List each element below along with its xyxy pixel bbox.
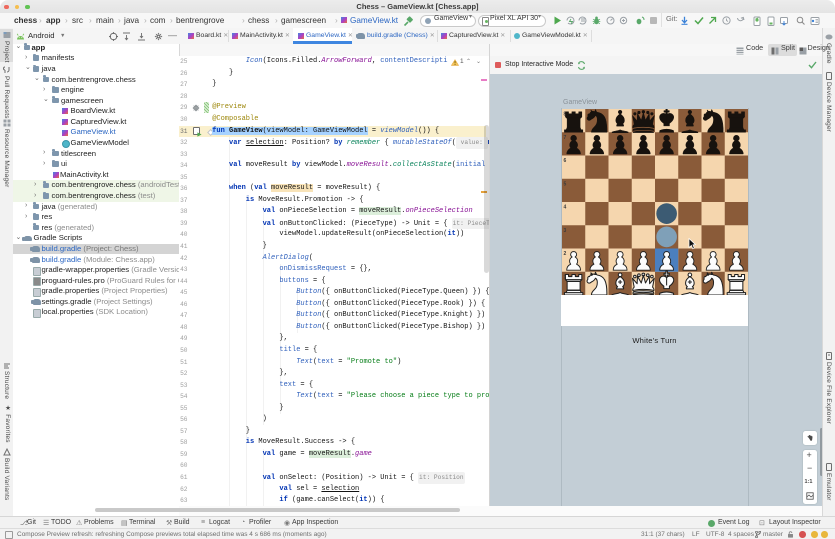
svg-text:3: 3	[563, 228, 566, 234]
svg-text:2: 2	[563, 251, 566, 257]
svg-text:4: 4	[563, 205, 566, 211]
svg-text:6: 6	[563, 158, 566, 164]
svg-text:7: 7	[563, 135, 566, 141]
svg-text:5: 5	[563, 181, 566, 187]
